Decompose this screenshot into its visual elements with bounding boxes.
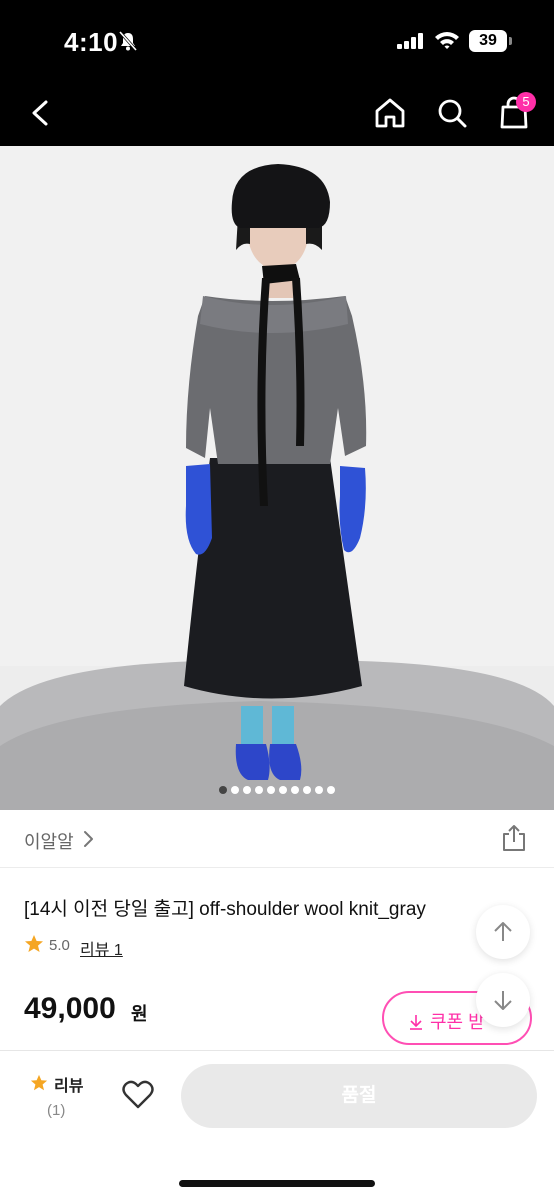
share-icon[interactable]	[500, 824, 528, 852]
star-icon	[25, 935, 43, 952]
pagination-dot[interactable]	[315, 786, 323, 794]
rating-value: 5.0	[49, 937, 70, 954]
cellular-signal-icon	[397, 33, 423, 49]
arrow-up-icon	[494, 922, 512, 941]
coupon-label-wrap: 쿠폰 받	[408, 1008, 485, 1034]
brand-row[interactable]: 이알알	[0, 810, 554, 868]
battery-tip	[509, 37, 512, 45]
product-title: [14시 이전 당일 출고] off-shoulder wool knit_gr…	[24, 899, 426, 920]
star-icon	[30, 1074, 48, 1091]
sold-out-button[interactable]: 품절	[181, 1064, 537, 1128]
bottom-review-button[interactable]: 리뷰 (1)	[30, 1070, 90, 1130]
chevron-right-icon	[84, 831, 93, 847]
scroll-bottom-button[interactable]	[476, 973, 530, 1027]
pagination-dot[interactable]	[243, 786, 251, 794]
pagination-dot[interactable]	[267, 786, 275, 794]
bottom-review-count: (1)	[47, 1102, 66, 1119]
pagination-dot[interactable]	[279, 786, 287, 794]
scroll-top-button[interactable]	[476, 905, 530, 959]
pagination-dot[interactable]	[291, 786, 299, 794]
price-unit: 원	[131, 1004, 148, 1024]
top-nav-bar	[0, 80, 554, 146]
brand-name[interactable]: 이알알	[24, 828, 74, 854]
status-time: 4:10	[64, 27, 119, 57]
pagination-dot[interactable]	[219, 786, 227, 794]
battery-icon: 39	[469, 30, 507, 52]
download-icon	[410, 1015, 422, 1030]
home-icon[interactable]	[372, 94, 408, 132]
bottom-review-label: 리뷰	[54, 1078, 84, 1095]
bell-off-icon	[118, 31, 138, 51]
product-photo	[0, 146, 554, 810]
pagination-dot[interactable]	[255, 786, 263, 794]
pagination-dot[interactable]	[327, 786, 335, 794]
wifi-icon	[435, 32, 459, 49]
search-icon[interactable]	[434, 94, 470, 132]
home-indicator	[179, 1180, 375, 1187]
review-link[interactable]: 리뷰 1	[80, 936, 123, 960]
cart-count-badge: 5	[516, 92, 536, 112]
pagination-dot[interactable]	[231, 786, 239, 794]
back-chevron-icon[interactable]	[24, 94, 60, 132]
coupon-label: 쿠폰 받	[430, 1012, 485, 1032]
heart-icon[interactable]	[122, 1080, 154, 1110]
image-pagination-dots[interactable]	[0, 786, 554, 796]
product-price: 49,000	[24, 992, 116, 1025]
status-bar: 4:10 39	[0, 0, 554, 80]
product-image[interactable]	[0, 146, 554, 810]
arrow-down-icon	[494, 991, 512, 1010]
pagination-dot[interactable]	[303, 786, 311, 794]
